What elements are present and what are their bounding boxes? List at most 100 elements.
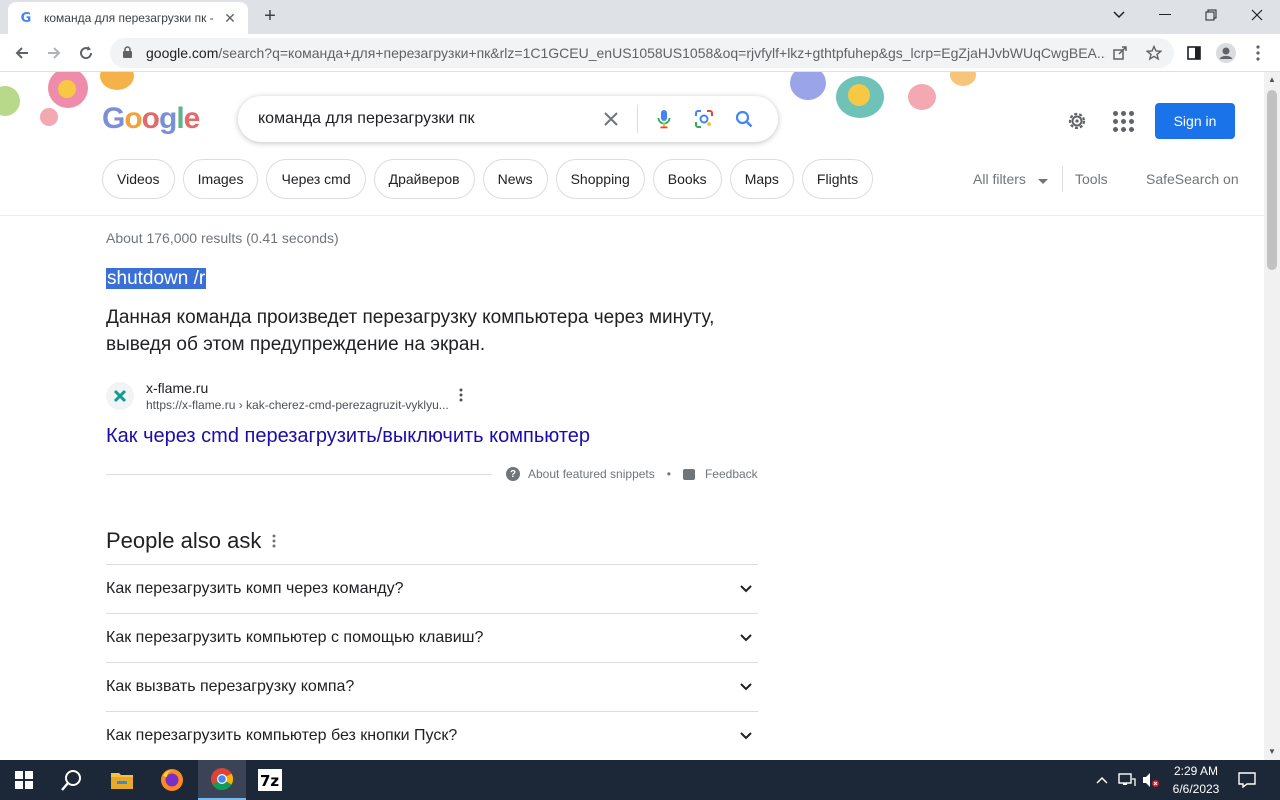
question-circle-icon: ? xyxy=(506,467,520,481)
file-explorer-icon[interactable] xyxy=(98,760,146,800)
filters-divider xyxy=(1062,166,1063,192)
search-submit-icon[interactable] xyxy=(724,99,764,139)
people-also-ask-title: People also ask xyxy=(106,528,262,553)
reload-icon[interactable] xyxy=(72,39,100,67)
back-arrow-icon[interactable] xyxy=(8,39,36,67)
profile-avatar-icon[interactable] xyxy=(1212,39,1240,67)
firefox-icon[interactable] xyxy=(148,760,196,800)
search-filter-chips: Videos Images Через cmd Драйверов News S… xyxy=(102,159,874,199)
google-doodle-logo[interactable]: Google xyxy=(102,102,200,136)
clock-time[interactable]: 2:29 AM xyxy=(1166,764,1226,778)
tab-close-icon[interactable]: ✕ xyxy=(222,10,238,27)
network-icon[interactable] xyxy=(1118,772,1136,791)
safesearch-button[interactable]: SafeSearch on xyxy=(1146,171,1239,187)
google-apps-grid-icon[interactable] xyxy=(1108,106,1138,136)
caret-down-icon xyxy=(1037,172,1048,188)
people-also-ask-list: Как перезагрузить комп через команду? Ка… xyxy=(106,564,758,760)
logo-letter: g xyxy=(159,102,177,135)
show-hidden-icons-chevron[interactable] xyxy=(1096,772,1108,787)
chip-drivers[interactable]: Драйверов xyxy=(373,159,475,199)
tools-button[interactable]: Tools xyxy=(1075,171,1108,187)
chrome-taskbar-icon[interactable] xyxy=(198,760,246,800)
featured-snippet-answer[interactable]: shutdown /r xyxy=(106,268,207,290)
url-host: google.com xyxy=(146,45,219,61)
clock-date[interactable]: 6/6/2023 xyxy=(1166,782,1226,796)
all-filters-label: All filters xyxy=(973,171,1026,187)
minimize-icon[interactable] xyxy=(1142,0,1188,30)
chip-flights[interactable]: Flights xyxy=(801,159,874,199)
notification-center-icon[interactable] xyxy=(1238,772,1256,791)
new-tab-button[interactable]: + xyxy=(258,4,282,28)
chrome-menu-icon[interactable] xyxy=(1244,39,1272,67)
logo-letter: o xyxy=(141,102,160,135)
source-site-name: x-flame.ru xyxy=(146,380,209,396)
volume-muted-icon[interactable] xyxy=(1142,772,1160,791)
lens-camera-icon[interactable] xyxy=(684,99,724,139)
result-title-link[interactable]: Как через cmd перезагрузить/выключить ко… xyxy=(106,425,590,448)
lock-icon xyxy=(122,46,136,60)
share-icon[interactable] xyxy=(1106,39,1134,67)
tab-active[interactable]: G команда для перезагрузки пк - ✕ xyxy=(8,2,248,34)
bookmark-star-icon[interactable] xyxy=(1140,39,1168,67)
logo-letter: G xyxy=(102,102,125,135)
scroll-up-arrow-icon[interactable]: ▲ xyxy=(1264,72,1280,88)
separator-dot: • xyxy=(666,467,671,481)
close-window-icon[interactable] xyxy=(1234,0,1280,30)
start-windows-icon[interactable] xyxy=(0,760,48,800)
feedback-icon xyxy=(682,468,695,480)
windows-taskbar: 7z 2:29 AM 6/6/2023 xyxy=(0,760,1280,800)
clear-search-icon[interactable] xyxy=(591,99,631,139)
page-scrollbar[interactable]: ▲ ▼ xyxy=(1264,72,1280,760)
chevron-down-icon xyxy=(734,626,758,650)
snippet-source[interactable]: x-flame.ru https://x-flame.ru › kak-cher… xyxy=(106,380,463,412)
snippet-footer: ? About featured snippets • Feedback xyxy=(506,467,758,481)
search-box[interactable]: команда для перезагрузки пк xyxy=(238,96,778,142)
taskbar-search-icon[interactable] xyxy=(48,760,96,800)
source-url: https://x-flame.ru › kak-cherez-cmd-pere… xyxy=(146,398,449,412)
address-bar[interactable]: google.com/search?q=команда+для+перезагр… xyxy=(110,38,1174,68)
paa-question[interactable]: Как перезагрузить компьютер с помощью кл… xyxy=(106,613,758,662)
chip-images[interactable]: Images xyxy=(182,159,259,199)
paa-question-text: Как вызвать перезагрузку компа? xyxy=(106,678,355,695)
chevron-down-icon xyxy=(734,577,758,601)
svg-text:7z: 7z xyxy=(260,772,279,790)
more-options-icon[interactable] xyxy=(459,388,463,405)
google-favicon-icon: G xyxy=(20,10,32,26)
all-filters-button[interactable]: All filters xyxy=(973,171,1048,188)
scroll-down-arrow-icon[interactable]: ▼ xyxy=(1264,744,1280,760)
paa-more-options-icon[interactable] xyxy=(272,532,276,553)
url-path: /search?q=команда+для+перезагрузки+пк&rl… xyxy=(218,45,1106,61)
scrollbar-thumb[interactable] xyxy=(1267,90,1277,270)
header-divider xyxy=(0,215,1264,216)
chip-videos[interactable]: Videos xyxy=(102,159,175,199)
side-panel-icon[interactable] xyxy=(1180,39,1208,67)
featured-snippet-text: Данная команда произведет перезагрузку к… xyxy=(106,307,715,355)
settings-gear-icon[interactable] xyxy=(1062,106,1092,136)
site-favicon-icon xyxy=(106,382,134,410)
chip-shopping[interactable]: Shopping xyxy=(555,159,645,199)
chip-maps[interactable]: Maps xyxy=(729,159,794,199)
tab-bar: G команда для перезагрузки пк - ✕ + xyxy=(0,0,1280,34)
7zip-icon[interactable]: 7z xyxy=(246,760,294,800)
about-featured-snippets-link[interactable]: About featured snippets xyxy=(528,467,655,481)
snippet-divider xyxy=(106,474,492,475)
tab-search-icon[interactable] xyxy=(1096,0,1142,30)
paa-question[interactable]: Как перезагрузить компьютер без кнопки П… xyxy=(106,711,758,760)
paa-question-text: Как перезагрузить компьютер без кнопки П… xyxy=(106,727,458,744)
searchbox-divider xyxy=(637,105,638,133)
chevron-down-icon xyxy=(734,724,758,748)
logo-letter: l xyxy=(176,102,184,135)
forward-arrow-icon[interactable] xyxy=(40,39,68,67)
restore-icon[interactable] xyxy=(1188,0,1234,30)
feedback-link[interactable]: Feedback xyxy=(705,467,758,481)
paa-question[interactable]: Как перезагрузить комп через команду? xyxy=(106,564,758,613)
chip-books[interactable]: Books xyxy=(652,159,722,199)
paa-question[interactable]: Как вызвать перезагрузку компа? xyxy=(106,662,758,711)
voice-search-mic-icon[interactable] xyxy=(644,99,684,139)
chip-news[interactable]: News xyxy=(482,159,548,199)
tab-title: команда для перезагрузки пк - xyxy=(44,11,214,25)
sign-in-button[interactable]: Sign in xyxy=(1155,103,1235,139)
paa-question-text: Как перезагрузить компьютер с помощью кл… xyxy=(106,629,484,646)
chip-cherez-cmd[interactable]: Через cmd xyxy=(266,159,366,199)
search-input[interactable]: команда для перезагрузки пк xyxy=(258,110,591,128)
